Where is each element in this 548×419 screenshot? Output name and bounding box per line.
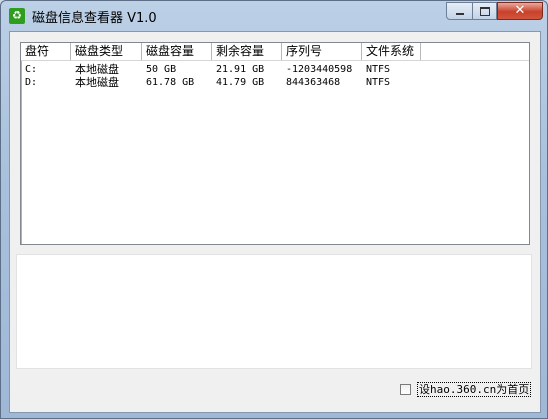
close-icon: ✕	[514, 3, 526, 18]
details-panel[interactable]	[16, 254, 532, 369]
list-header: 盘符 磁盘类型 磁盘容量 剩余容量 序列号 文件系统	[21, 43, 529, 61]
cell-serial: 844363468	[286, 77, 341, 88]
cell-free: 21.91 GB	[216, 64, 265, 75]
column-header-filesystem[interactable]: 文件系统	[362, 43, 421, 60]
homepage-checkbox[interactable]	[400, 383, 411, 395]
recycle-icon: ♻	[9, 8, 25, 24]
window-title: 磁盘信息查看器 V1.0	[32, 11, 157, 26]
column-header-capacity[interactable]: 磁盘容量	[142, 43, 212, 60]
column-header-free[interactable]: 剩余容量	[212, 43, 282, 60]
cell-capacity: 50 GB	[146, 64, 177, 75]
column-header-type[interactable]: 磁盘类型	[71, 43, 142, 60]
cell-capacity: 61.78 GB	[146, 77, 195, 88]
maximize-button[interactable]	[472, 2, 497, 20]
minimize-icon	[455, 13, 464, 15]
cell-drive: D:	[25, 77, 38, 88]
table-row[interactable]: C: 本地磁盘 50 GB 21.91 GB -1203440598 NTFS	[21, 63, 529, 77]
homepage-checkbox-label[interactable]: 设hao.360.cn为首页	[417, 381, 532, 397]
minimize-button[interactable]	[446, 2, 473, 20]
cell-type: 本地磁盘	[75, 63, 119, 76]
cell-type: 本地磁盘	[75, 76, 119, 89]
cell-serial: -1203440598	[286, 64, 353, 75]
cell-filesystem: NTFS	[366, 77, 391, 88]
table-row[interactable]: D: 本地磁盘 61.78 GB 41.79 GB 844363468 NTFS	[21, 76, 529, 90]
close-button[interactable]: ✕	[497, 2, 543, 20]
disk-list[interactable]: 盘符 磁盘类型 磁盘容量 剩余容量 序列号 文件系统 C: 本地磁盘 50 GB…	[20, 42, 530, 245]
cell-drive: C:	[25, 64, 38, 75]
homepage-option[interactable]: 设hao.360.cn为首页	[400, 381, 532, 397]
title-bar[interactable]: ♻ 磁盘信息查看器 V1.0 ✕	[1, 1, 547, 29]
column-header-serial[interactable]: 序列号	[282, 43, 362, 60]
app-window: ♻ 磁盘信息查看器 V1.0 ✕ 盘符 磁盘类型 磁盘容量 剩余容量 序列号 文…	[0, 0, 548, 419]
maximize-icon	[479, 6, 490, 16]
cell-filesystem: NTFS	[366, 64, 391, 75]
client-area: 盘符 磁盘类型 磁盘容量 剩余容量 序列号 文件系统 C: 本地磁盘 50 GB…	[9, 31, 541, 413]
column-header-drive[interactable]: 盘符	[21, 43, 71, 60]
cell-free: 41.79 GB	[216, 77, 265, 88]
